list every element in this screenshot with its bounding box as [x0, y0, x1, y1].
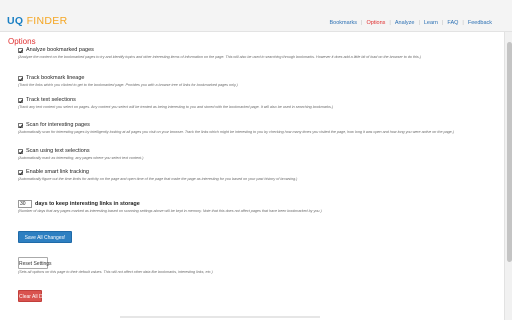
- option-label: Analyze bookmarked pages: [26, 47, 94, 53]
- nav-bookmarks-link[interactable]: Bookmarks: [326, 20, 362, 27]
- option-row: Enable smart link tracking: [18, 169, 484, 176]
- option-row: Analyze bookmarked pages: [18, 47, 484, 54]
- option-row: Scan using text selections: [18, 148, 484, 155]
- option-label: Scan for interesting pages: [26, 122, 90, 128]
- nav-feedback-link[interactable]: Feedback: [464, 20, 496, 27]
- option-scan-using-text-selections: Scan using text selections (Automaticall…: [18, 148, 484, 161]
- app-logo[interactable]: UQ FINDER: [7, 15, 67, 27]
- option-row: Track bookmark lineage: [18, 75, 484, 82]
- days-row: days to keep interesting links in storag…: [18, 200, 484, 208]
- nav-faq-link[interactable]: FAQ: [443, 20, 462, 27]
- option-scan-for-interesting-pages: Scan for interesting pages (Automaticall…: [18, 122, 484, 135]
- scan-for-interesting-pages-checkbox[interactable]: [18, 123, 23, 128]
- reset-settings-description: (Sets all options on this page to their …: [18, 270, 213, 274]
- clear-all-data-button[interactable]: Clear All Data: [18, 290, 50, 302]
- option-track-text-selections: Track text selections (Track any text co…: [18, 97, 484, 110]
- option-track-bookmark-lineage: Track bookmark lineage (Track the links …: [18, 75, 484, 88]
- reset-settings-button[interactable]: Reset Settings: [18, 257, 52, 269]
- cut-off-text-line: [120, 316, 320, 318]
- days-to-keep-description: (Number of days that any pages marked as…: [18, 209, 322, 213]
- analyze-bookmarked-pages-checkbox[interactable]: [18, 48, 23, 53]
- track-text-selections-checkbox[interactable]: [18, 98, 23, 103]
- days-to-keep-input[interactable]: [18, 200, 32, 208]
- scan-using-text-selections-checkbox[interactable]: [18, 149, 23, 154]
- nav-links: Bookmarks | Options | Analyze | Learn | …: [326, 20, 497, 27]
- option-description: (Automatically mark as interesting, any …: [18, 156, 144, 160]
- scrollbar-thumb[interactable]: [506, 42, 512, 262]
- option-analyze-bookmarked-pages: Analyze bookmarked pages (Analyze the co…: [18, 47, 484, 60]
- nav-options-link[interactable]: Options: [362, 20, 389, 27]
- logo-part-uq: UQ: [7, 15, 24, 27]
- option-label: Enable smart link tracking: [26, 169, 89, 175]
- save-all-changes-button[interactable]: Save All Changes!: [18, 231, 72, 243]
- option-description: (Track any text content you select on pa…: [18, 105, 334, 109]
- logo-part-finder: FINDER: [26, 15, 68, 27]
- option-description: (Analyze the content on the bookmarked p…: [18, 55, 421, 59]
- page-title: Options: [8, 37, 36, 46]
- option-label: Track text selections: [26, 97, 76, 103]
- days-to-keep-label: days to keep interesting links in storag…: [35, 201, 140, 207]
- option-label: Scan using text selections: [26, 148, 90, 154]
- option-description: (Automatically scan for interesting page…: [18, 130, 454, 134]
- option-description: (Automatically figure out the time limit…: [18, 177, 298, 181]
- option-label: Track bookmark lineage: [26, 75, 85, 81]
- option-row: Scan for interesting pages: [18, 122, 484, 129]
- enable-smart-link-tracking-checkbox[interactable]: [18, 170, 23, 175]
- page-scrollbar[interactable]: [504, 32, 512, 320]
- track-bookmark-lineage-checkbox[interactable]: [18, 76, 23, 81]
- nav-analyze-link[interactable]: Analyze: [391, 20, 419, 27]
- nav-learn-link[interactable]: Learn: [420, 20, 442, 27]
- option-enable-smart-link-tracking: Enable smart link tracking (Automaticall…: [18, 169, 484, 182]
- option-description: (Track the links which you clicked to ge…: [18, 83, 238, 87]
- top-navbar: UQ FINDER Bookmarks | Options | Analyze …: [0, 0, 512, 32]
- option-days-to-keep: days to keep interesting links in storag…: [18, 200, 484, 214]
- option-row: Track text selections: [18, 97, 484, 104]
